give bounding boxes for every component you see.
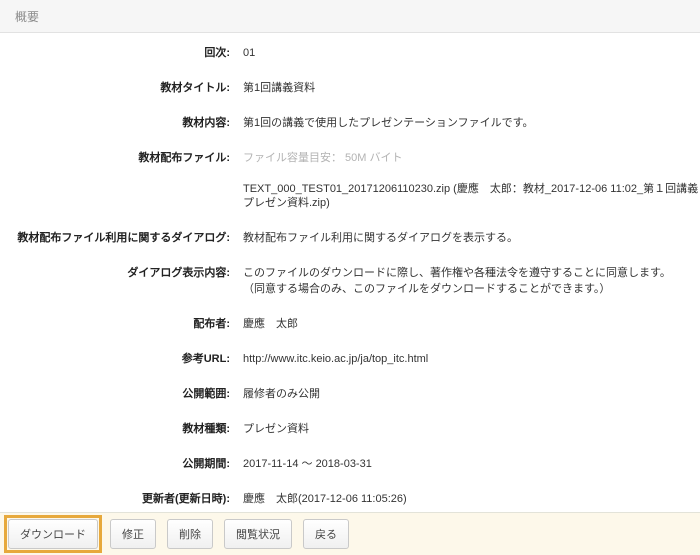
- download-button[interactable]: ダウンロード: [8, 519, 98, 549]
- dialog-content-line2: （同意する場合のみ、このファイルをダウンロードすることができます。）: [243, 282, 700, 296]
- field-row-material-type: 教材種類: プレゼン資料: [0, 422, 700, 436]
- field-label-distributor: 配布者:: [0, 317, 230, 331]
- field-value-distribution-file: ファイル容量目安： 50M バイト TEXT_000_TEST01_201712…: [243, 151, 700, 210]
- field-row-reference-url: 参考URL: http://www.itc.keio.ac.jp/ja/top_…: [0, 352, 700, 366]
- action-bar: ダウンロード 修正 削除 閲覧状況 戻る: [0, 512, 700, 555]
- field-row-material-title: 教材タイトル: 第1回講義資料: [0, 81, 700, 95]
- field-value-distributor: 慶應 太郎: [243, 317, 700, 331]
- panel-header: 概要: [0, 0, 700, 33]
- field-value-round: 01: [243, 46, 700, 60]
- field-row-distribution-file: 教材配布ファイル: ファイル容量目安： 50M バイト TEXT_000_TES…: [0, 151, 700, 210]
- edit-button[interactable]: 修正: [110, 519, 156, 549]
- field-label-dialog-content: ダイアログ表示内容:: [0, 266, 230, 280]
- field-row-updated-by: 更新者(更新日時): 慶應 太郎(2017-12-06 11:05:26): [0, 492, 700, 506]
- material-detail-content: 回次: 01 教材タイトル: 第1回講義資料 教材内容: 第1回の講義で使用した…: [0, 33, 700, 512]
- field-label-round: 回次:: [0, 46, 230, 60]
- field-value-material-type: プレゼン資料: [243, 422, 700, 436]
- field-row-dialog-content: ダイアログ表示内容: このファイルのダウンロードに際し、著作権や各種法令を遵守す…: [0, 266, 700, 296]
- field-label-publish-scope: 公開範囲:: [0, 387, 230, 401]
- field-value-updated-by: 慶應 太郎(2017-12-06 11:05:26): [243, 492, 700, 506]
- field-row-round: 回次: 01: [0, 46, 700, 60]
- field-value-reference-url: http://www.itc.keio.ac.jp/ja/top_itc.htm…: [243, 352, 700, 366]
- field-label-material-title: 教材タイトル:: [0, 81, 230, 95]
- material-detail-panel: 概要 回次: 01 教材タイトル: 第1回講義資料 教材内容: 第1回の講義で使…: [0, 0, 700, 555]
- dialog-content-line1: このファイルのダウンロードに際し、著作権や各種法令を遵守することに同意します。: [243, 266, 700, 280]
- file-size-hint: ファイル容量目安： 50M バイト: [243, 151, 700, 165]
- field-label-reference-url: 参考URL:: [0, 352, 230, 366]
- field-label-material-description: 教材内容:: [0, 116, 230, 130]
- field-value-publish-period: 2017-11-14 〜 2018-03-31: [243, 457, 700, 471]
- field-value-material-title: 第1回講義資料: [243, 81, 700, 95]
- field-value-usage-dialog: 教材配布ファイル利用に関するダイアログを表示する。: [243, 231, 700, 245]
- field-value-publish-scope: 履修者のみ公開: [243, 387, 700, 401]
- file-name: TEXT_000_TEST01_20171206110230.zip (慶應 太…: [243, 182, 700, 210]
- field-row-distributor: 配布者: 慶應 太郎: [0, 317, 700, 331]
- field-label-material-type: 教材種類:: [0, 422, 230, 436]
- panel-title: 概要: [15, 8, 39, 25]
- field-row-material-description: 教材内容: 第1回の講義で使用したプレゼンテーションファイルです。: [0, 116, 700, 130]
- field-row-usage-dialog: 教材配布ファイル利用に関するダイアログ: 教材配布ファイル利用に関するダイアログ…: [0, 231, 700, 245]
- field-label-publish-period: 公開期間:: [0, 457, 230, 471]
- view-status-button[interactable]: 閲覧状況: [224, 519, 292, 549]
- delete-button[interactable]: 削除: [167, 519, 213, 549]
- back-button[interactable]: 戻る: [303, 519, 349, 549]
- field-value-material-description: 第1回の講義で使用したプレゼンテーションファイルです。: [243, 116, 700, 130]
- field-label-usage-dialog: 教材配布ファイル利用に関するダイアログ:: [0, 231, 230, 245]
- download-highlight-box: ダウンロード: [4, 515, 102, 553]
- field-label-updated-by: 更新者(更新日時):: [0, 492, 230, 506]
- field-row-publish-period: 公開期間: 2017-11-14 〜 2018-03-31: [0, 457, 700, 471]
- field-row-publish-scope: 公開範囲: 履修者のみ公開: [0, 387, 700, 401]
- field-value-dialog-content: このファイルのダウンロードに際し、著作権や各種法令を遵守することに同意します。 …: [243, 266, 700, 296]
- field-label-distribution-file: 教材配布ファイル:: [0, 151, 230, 165]
